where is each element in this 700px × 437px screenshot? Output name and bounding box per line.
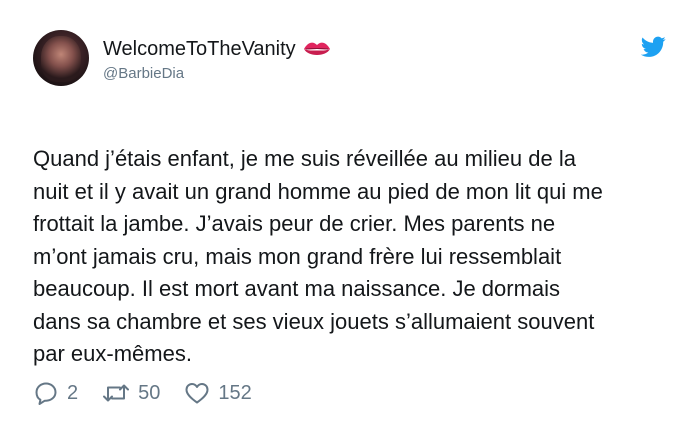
- like-button[interactable]: 152: [184, 380, 252, 406]
- tweet-line: beaucoup. Il est mort avant ma naissance…: [33, 276, 561, 301]
- tweet-actions: 2 50 152: [33, 380, 276, 406]
- avatar[interactable]: [33, 30, 89, 86]
- heart-icon: [185, 383, 209, 404]
- tweet-line: Quand j’étais enfant, je me suis réveill…: [33, 146, 576, 171]
- retweet-button[interactable]: 50: [102, 380, 160, 406]
- kiss-mark-icon: [303, 42, 330, 55]
- reply-icon: [35, 382, 57, 405]
- tweet-line: dans sa chambre et ses vieux jouets s’al…: [33, 308, 595, 334]
- tweet-line: nuit et il y avait un grand homme au pie…: [33, 178, 603, 204]
- avatar-photo: [41, 36, 81, 82]
- author-handle[interactable]: @BarbieDia: [103, 65, 184, 83]
- like-count: 152: [218, 382, 252, 404]
- tweet-text: Quand j’étais enfant, je me suis réveill…: [33, 143, 683, 371]
- author-display-name[interactable]: WelcomeToTheVanity: [103, 37, 296, 61]
- retweet-count: 50: [138, 382, 161, 404]
- tweet-line: m’ont jamais cru, mais mon grand frère l…: [33, 243, 562, 269]
- retweet-icon: [103, 384, 130, 402]
- tweet-line: frottait la jambe. J’avais peur de crier…: [33, 211, 556, 236]
- tweet-line: par eux-mêmes.: [33, 341, 192, 366]
- reply-button[interactable]: 2: [33, 380, 78, 406]
- author-display-name-row[interactable]: WelcomeToTheVanity: [103, 37, 332, 61]
- twitter-bird-icon[interactable]: [641, 36, 666, 58]
- reply-count: 2: [67, 382, 79, 404]
